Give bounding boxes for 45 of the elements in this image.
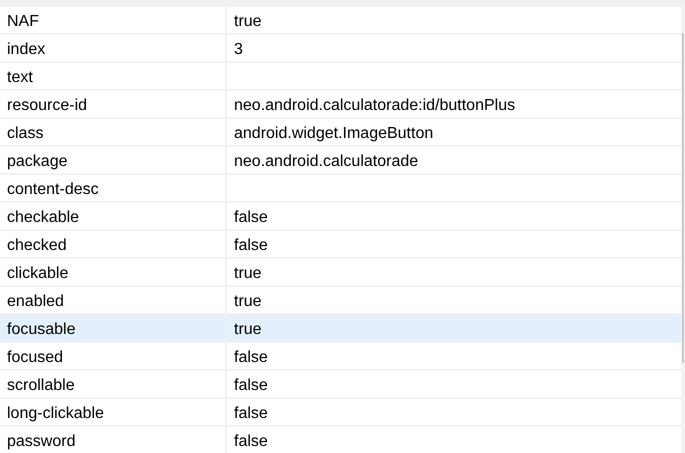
property-row[interactable]: content-desc	[0, 175, 682, 203]
property-name: password	[7, 433, 76, 450]
property-name: resource-id	[7, 97, 88, 114]
property-name: checked	[7, 237, 67, 254]
property-name: NAF	[7, 13, 39, 30]
property-name: enabled	[7, 293, 64, 310]
property-value: false	[234, 349, 268, 366]
property-name: focused	[7, 349, 64, 366]
property-name: long-clickable	[7, 405, 104, 422]
property-value: false	[234, 377, 268, 394]
scrollbar-thumb[interactable]	[682, 33, 684, 363]
property-value: android.widget.ImageButton	[234, 125, 434, 142]
property-row[interactable]: focusable true	[0, 315, 682, 343]
property-row[interactable]: resource-id neo.android.calculatorade:id/buttonPlus	[0, 91, 682, 119]
property-row[interactable]: focused false	[0, 343, 682, 371]
property-value: neo.android.calculatorade:id/buttonPlus	[234, 97, 516, 114]
property-row[interactable]: checked false	[0, 231, 682, 259]
property-row[interactable]: text	[0, 63, 682, 91]
property-name: text	[7, 69, 33, 86]
property-value: false	[234, 237, 268, 254]
property-row[interactable]: class android.widget.ImageButton	[0, 119, 682, 147]
property-row[interactable]: index 3	[0, 35, 682, 63]
property-value: 3	[234, 41, 243, 58]
property-name: package	[7, 153, 68, 170]
property-value: true	[234, 265, 262, 282]
property-name: index	[7, 41, 46, 58]
property-name: clickable	[7, 265, 68, 282]
property-name: checkable	[7, 209, 80, 226]
property-name: focusable	[7, 321, 76, 338]
property-value: false	[234, 209, 268, 226]
property-row[interactable]: long-clickable false	[0, 399, 682, 427]
property-value: false	[234, 405, 268, 422]
property-row[interactable]: scrollable false	[0, 371, 682, 399]
property-value: false	[234, 433, 268, 450]
property-name: scrollable	[7, 377, 75, 394]
property-row[interactable]: checkable false	[0, 203, 682, 231]
property-name: content-desc	[7, 181, 99, 198]
property-row[interactable]: package neo.android.calculatorade	[0, 147, 682, 175]
property-value: true	[234, 293, 262, 310]
property-name: class	[7, 125, 44, 142]
property-row[interactable]: NAF true	[0, 7, 682, 35]
property-value: true	[234, 321, 262, 338]
property-value: true	[234, 13, 262, 30]
property-row[interactable]: clickable true	[0, 259, 682, 287]
property-value: neo.android.calculatorade	[234, 153, 418, 170]
